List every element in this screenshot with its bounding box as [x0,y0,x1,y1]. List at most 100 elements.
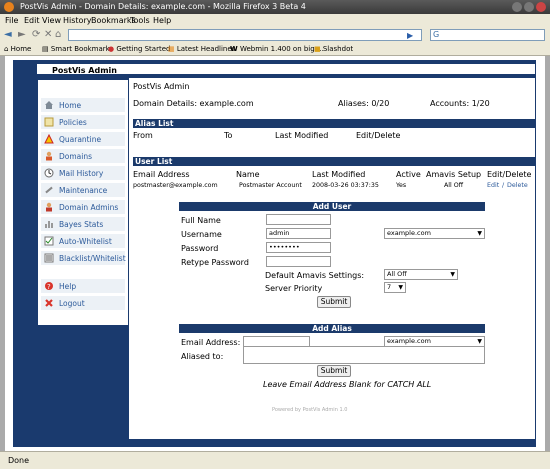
forward-icon[interactable]: ► [18,29,26,41]
delete-link[interactable]: Delete [507,182,528,189]
bookmark-smart[interactable]: ▤ Smart Bookmarks [42,45,113,53]
sidebar-item-label: Bayes Stats [59,220,104,229]
user-domain-select[interactable]: example.com ▼ [384,228,485,239]
user-col-email: Email Address [133,170,190,179]
alias-col-to: To [224,131,233,140]
select-value: All Off [387,270,407,278]
sidebar-item-maintenance[interactable]: Maintenance [41,183,125,197]
bookmark-home[interactable]: ⌂ Home [4,45,31,53]
add-alias-submit-button[interactable]: Submit [317,365,351,377]
sidebar-item-label: Blacklist/Whitelist [59,254,126,263]
bookmark-label: Smart Bookmarks [50,45,114,53]
sidebar-item-policies[interactable]: Policies [41,115,125,129]
alias-col-last-modified: Last Modified [275,131,329,140]
search-input[interactable]: G [430,29,545,41]
user-icon [46,151,52,161]
table-row: postmaster@example.com Postmaster Accoun… [129,181,535,190]
app-brand: PostVis Admin [52,66,117,75]
policy-icon [44,117,54,127]
search-engine-icon[interactable]: G [433,30,439,39]
stop-icon[interactable]: ✕ [44,29,52,41]
user-col-name: Name [236,170,260,179]
warning-icon [44,134,54,144]
sidebar-item-domain-admins[interactable]: Domain Admins [41,200,125,214]
amavis-settings-label: Default Amavis Settings: [265,271,365,280]
server-priority-select[interactable]: 7 ▼ [384,282,406,293]
password-label: Password [181,244,219,253]
select-value: 7 [387,283,392,291]
aliased-to-textarea[interactable] [243,346,485,364]
retype-password-input[interactable] [266,256,331,267]
svg-text:?: ? [47,283,51,291]
back-icon[interactable]: ◄ [4,29,12,41]
app-title: PostVis Admin [133,82,190,91]
home-icon[interactable]: ⌂ [55,29,61,41]
user-email: postmaster@example.com [133,182,218,189]
menu-edit[interactable]: Edit [24,16,40,25]
select-value: example.com [387,337,431,345]
username-input[interactable]: admin [266,228,331,239]
amavis-settings-select[interactable]: All Off ▼ [384,269,458,280]
clock-icon [44,168,54,178]
accounts-count: Accounts: 1/20 [430,99,490,108]
sidebar-item-label: Logout [59,299,85,308]
menu-tools[interactable]: Tools [130,16,150,25]
bookmarks-toolbar: ⌂ Home ▤ Smart Bookmarks ● Getting Start… [0,43,550,56]
sidebar-item-label: Domains [59,152,93,161]
menu-bookmarks[interactable]: Bookmarks [91,16,136,25]
full-name-input[interactable] [266,214,331,225]
main-panel: PostVis Admin Domain Details: example.co… [129,78,535,439]
bookmark-getting-started[interactable]: ● Getting Started [108,45,170,53]
user-active: Yes [396,182,407,189]
sidebar: Home Policies Quarantine Domains Mail Hi… [38,80,128,325]
username-label: Username [181,230,222,239]
bookmark-slashdot[interactable]: ■ Slashdot [314,45,353,53]
sidebar-item-quarantine[interactable]: Quarantine [41,132,125,146]
help-icon: ? [45,282,53,291]
maximize-button[interactable] [524,2,534,12]
edit-link[interactable]: Edit [487,182,499,189]
reload-icon[interactable]: ⟳ [32,29,40,41]
bookmark-webmin[interactable]: W Webmin 1.400 on big-... [230,45,324,53]
alias-col-from: From [133,131,153,140]
bookmark-latest-headlines[interactable]: ▦ Latest Headlines [168,45,235,53]
admin-icon [46,202,52,212]
domain-details-label: Domain Details: example.com [133,99,254,108]
add-user-header: Add User [179,202,485,211]
menu-bar: File Edit View History Bookmarks Tools H… [0,14,550,27]
user-col-active: Active [396,170,421,179]
url-input[interactable] [68,29,422,41]
sidebar-item-label: Domain Admins [59,203,119,212]
close-button[interactable] [536,2,546,12]
sidebar-item-blacklist-whitelist[interactable]: Blacklist/Whitelist [41,251,126,265]
alias-col-edit-delete: Edit/Delete [356,131,401,140]
sidebar-item-label: Policies [59,118,87,127]
menu-history[interactable]: History [63,16,91,25]
stats-icon [45,221,53,228]
go-icon[interactable]: ▶ [407,30,413,42]
minimize-button[interactable] [512,2,522,12]
menu-view[interactable]: View [42,16,61,25]
add-user-submit-button[interactable]: Submit [317,296,351,308]
user-col-amavis: Amavis Setup [426,170,482,179]
sidebar-item-logout[interactable]: Logout [41,296,125,310]
add-alias-header: Add Alias [179,324,485,333]
chevron-down-icon: ▼ [477,230,482,237]
sidebar-item-help[interactable]: ? Help [41,279,125,293]
sidebar-item-auto-whitelist[interactable]: Auto-Whitelist [41,234,125,248]
firefox-icon [4,2,14,12]
app-header: PostVis Admin [37,64,535,75]
menu-file[interactable]: File [5,16,18,25]
select-value: example.com [387,229,431,237]
sidebar-item-bayes-stats[interactable]: Bayes Stats [41,217,125,231]
bookmark-label: Getting Started [116,45,171,53]
password-input[interactable]: •••••••• [266,242,331,253]
aliases-count: Aliases: 0/20 [338,99,390,108]
user-amavis: All Off [444,182,464,189]
status-text: Done [8,456,30,465]
sidebar-item-mail-history[interactable]: Mail History [41,166,125,180]
menu-help[interactable]: Help [153,16,171,25]
sidebar-item-home[interactable]: Home [41,98,125,112]
server-priority-label: Server Priority [265,284,323,293]
sidebar-item-domains[interactable]: Domains [41,149,125,163]
